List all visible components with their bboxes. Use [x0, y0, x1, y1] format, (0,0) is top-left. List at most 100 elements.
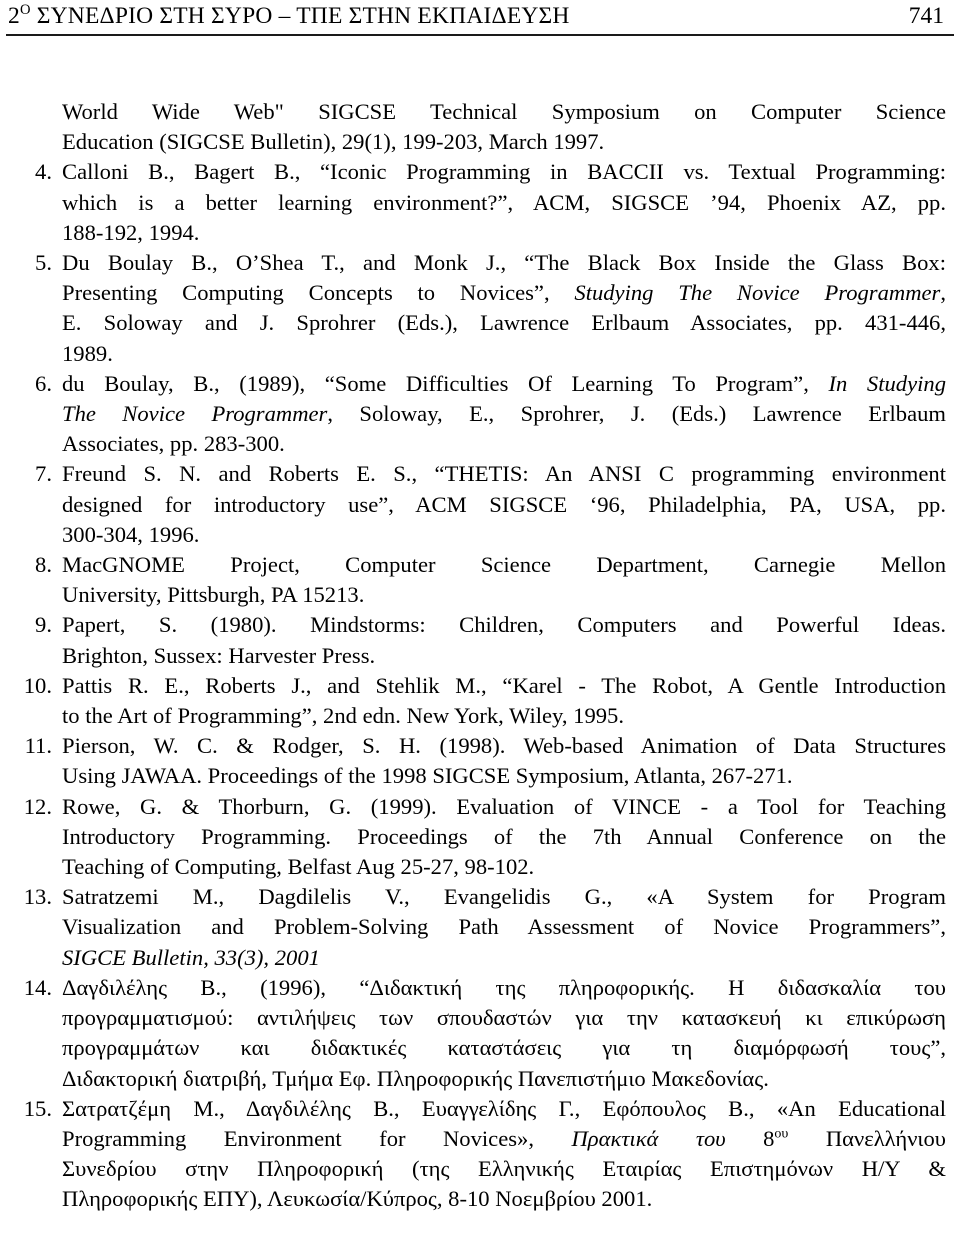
reference-line: Calloni B., Bagert B., “Iconic Programmi…	[62, 157, 946, 187]
page-number: 741	[908, 3, 944, 29]
plain-text: Σατρατζέμη Μ., Δαγδιλέλης Β., Ευαγγελίδη…	[62, 1095, 946, 1121]
reference-text: World Wide Web" SIGCSE Technical Symposi…	[62, 97, 946, 157]
reference-entry: 12. Rowe, G. & Thorburn, G. (1999). Evalu…	[8, 792, 946, 883]
header-divider	[6, 34, 954, 36]
reference-line: Brighton, Sussex: Harvester Press.	[62, 641, 946, 671]
reference-line: to the Art of Programming”, 2nd edn. New…	[62, 701, 946, 731]
plain-text: Brighton, Sussex: Harvester Press.	[62, 642, 376, 668]
reference-text: Freund S. N. and Roberts E. S., “THETIS:…	[62, 459, 946, 550]
plain-text: World Wide Web" SIGCSE Technical Symposi…	[62, 99, 946, 124]
reference-number: 15.	[23, 1095, 52, 1121]
reference-line: E. Soloway and J. Sprohrer (Eds.), Lawre…	[62, 308, 946, 338]
reference-line: Using JAWAA. Proceedings of the 1998 SIG…	[62, 761, 946, 791]
plain-text: Freund S. N. and Roberts E. S., “THETIS:…	[62, 461, 946, 487]
reference-text: Pierson, W. C. & Rodger, S. H. (1998). W…	[62, 731, 946, 791]
reference-line: which is a better learning environment?”…	[62, 188, 946, 218]
plain-text: Du Boulay B., O’Shea T., and Monk J., “T…	[62, 250, 946, 276]
plain-text: Πανελλήνιου	[788, 1125, 946, 1151]
reference-line: 1989.	[62, 339, 946, 369]
italic-text: The Novice Programmer	[62, 401, 328, 427]
plain-text: ,	[940, 280, 946, 306]
reference-number: 11.	[24, 733, 52, 759]
reference-number: 13.	[23, 884, 52, 910]
reference-line: Συνεδρίου στην Πληροφορική (της Ελληνική…	[62, 1154, 946, 1184]
reference-line: Σατρατζέμη Μ., Δαγδιλέλης Β., Ευαγγελίδη…	[62, 1094, 946, 1124]
reference-number: 8.	[35, 552, 52, 578]
plain-text: Introductory Programming. Proceedings of…	[62, 823, 946, 849]
plain-text: Πληροφορικής ΕΠΥ), Λευκωσία/Κύπρος, 8-10…	[62, 1186, 653, 1212]
plain-text: du Boulay, B., (1989), “Some Difficultie…	[62, 370, 829, 396]
reference-text: Du Boulay B., O’Shea T., and Monk J., “T…	[62, 248, 946, 369]
plain-text: Pattis R. E., Roberts J., and Stehlik M.…	[62, 672, 946, 698]
plain-text: Programming Environment for Novices»,	[62, 1125, 572, 1151]
reference-line: SIGCE Bulletin, 33(3), 2001	[62, 943, 946, 973]
page-header: 2Ο ΣΥΝΕΔΡΙΟ ΣΤΗ ΣΥΡΟ – ΤΠΕ ΣΤΗΝ ΕΚΠΑΙΔΕΥ…	[0, 0, 960, 44]
reference-text: Calloni B., Bagert B., “Iconic Programmi…	[62, 157, 946, 248]
plain-text: 1989.	[62, 340, 113, 366]
reference-line: Visualization and Problem-Solving Path A…	[62, 912, 946, 942]
reference-line: Rowe, G. & Thorburn, G. (1999). Evaluati…	[62, 792, 946, 822]
reference-number: 14.	[23, 974, 52, 1000]
superscript-text: ου	[774, 1126, 789, 1142]
reference-line: Διδακτορική διατριβή, Τμήμα Εφ. Πληροφορ…	[62, 1064, 946, 1094]
plain-text: to the Art of Programming”, 2nd edn. New…	[62, 703, 624, 729]
plain-text: 188-192, 1994.	[62, 219, 200, 245]
reference-text: Papert, S. (1980). Mindstorms: Children,…	[62, 610, 946, 670]
reference-entry: 7. Freund S. N. and Roberts E. S., “THETI…	[8, 459, 946, 550]
reference-text: Σατρατζέμη Μ., Δαγδιλέλης Β., Ευαγγελίδη…	[62, 1094, 946, 1215]
reference-entry: 9. Papert, S. (1980). Mindstorms: Childre…	[8, 610, 946, 670]
reference-line: Introductory Programming. Proceedings of…	[62, 822, 946, 852]
reference-line: Education (SIGCSE Bulletin), 29(1), 199-…	[62, 127, 946, 157]
plain-text: Papert, S. (1980). Mindstorms: Children,…	[62, 612, 946, 638]
italic-text: Studying The Novice Programmer	[574, 280, 941, 306]
plain-text: Visualization and Problem-Solving Path A…	[62, 914, 946, 940]
reference-line: Programming Environment for Novices», Πρ…	[62, 1124, 946, 1154]
reference-line: MacGNOME Project, Computer Science Depar…	[62, 550, 946, 580]
plain-text: MacGNOME Project, Computer Science Depar…	[62, 552, 946, 578]
plain-text: E. Soloway and J. Sprohrer (Eds.), Lawre…	[62, 310, 946, 336]
reference-line: designed for introductory use”, ACM SIGS…	[62, 490, 946, 520]
reference-text: MacGNOME Project, Computer Science Depar…	[62, 550, 946, 610]
reference-line: Δαγδιλέλης Β., (1996), “Διδακτική της πλ…	[62, 973, 946, 1003]
reference-line: Pierson, W. C. & Rodger, S. H. (1998). W…	[62, 731, 946, 761]
reference-entry: 14. Δαγδιλέλης Β., (1996), “Διδακτική της…	[8, 973, 946, 1094]
reference-text: Pattis R. E., Roberts J., and Stehlik M.…	[62, 671, 946, 731]
reference-line: 188-192, 1994.	[62, 218, 946, 248]
plain-text: Δαγδιλέλης Β., (1996), “Διδακτική της πλ…	[62, 974, 946, 1000]
plain-text: Presenting Computing Concepts to Novices…	[62, 280, 575, 306]
plain-text: which is a better learning environment?”…	[62, 189, 946, 215]
reference-line: Freund S. N. and Roberts E. S., “THETIS:…	[62, 459, 946, 489]
reference-entry: 10. Pattis R. E., Roberts J., and Stehlik…	[8, 671, 946, 731]
reference-text: Satratzemi M., Dagdilelis V., Evangelidi…	[62, 882, 946, 973]
reference-entry: 4. Calloni B., Bagert B., “Iconic Program…	[8, 157, 946, 248]
reference-line: Presenting Computing Concepts to Novices…	[62, 278, 946, 308]
plain-text: Pierson, W. C. & Rodger, S. H. (1998). W…	[62, 733, 946, 759]
reference-line: Πληροφορικής ΕΠΥ), Λευκωσία/Κύπρος, 8-10…	[62, 1184, 946, 1214]
italic-text: Πρακτικά του	[571, 1125, 726, 1151]
reference-line: προγραμματισμού: αντιλήψεις των σπουδαστ…	[62, 1003, 946, 1033]
header-title-main: 2	[8, 3, 20, 29]
reference-line: Du Boulay B., O’Shea T., and Monk J., “T…	[62, 248, 946, 278]
reference-line: Teaching of Computing, Belfast Aug 25-27…	[62, 852, 946, 882]
reference-number: 10.	[23, 672, 52, 698]
reference-line: Papert, S. (1980). Mindstorms: Children,…	[62, 610, 946, 640]
reference-number: 12.	[23, 793, 52, 819]
italic-text: SIGCE Bulletin, 33(3), 2001	[62, 944, 320, 970]
plain-text: University, Pittsburgh, PA 15213.	[62, 582, 365, 608]
reference-number: 5.	[35, 250, 52, 276]
plain-text: Satratzemi M., Dagdilelis V., Evangelidi…	[62, 884, 946, 910]
plain-text: 8	[725, 1125, 775, 1151]
reference-line: προγραμμάτων και διδακτικές καταστάσεις …	[62, 1033, 946, 1063]
reference-number: 7.	[35, 461, 52, 487]
italic-text: In Studying	[828, 370, 946, 396]
plain-text: Teaching of Computing, Belfast Aug 25-27…	[62, 854, 535, 880]
plain-text: designed for introductory use”, ACM SIGS…	[62, 491, 946, 517]
reference-entry: 5. Du Boulay B., O’Shea T., and Monk J., …	[8, 248, 946, 369]
plain-text: Rowe, G. & Thorburn, G. (1999). Evaluati…	[62, 793, 946, 819]
reference-entry: 15. Σατρατζέμη Μ., Δαγδιλέλης Β., Ευαγγελ…	[8, 1094, 946, 1215]
header-title-rest: ΣΥΝΕΔΡΙΟ ΣΤΗ ΣΥΡΟ – ΤΠΕ ΣΤΗΝ ΕΚΠΑΙΔΕΥΣΗ	[30, 3, 570, 29]
plain-text: προγραμματισμού: αντιλήψεις των σπουδαστ…	[62, 1005, 946, 1031]
document-page: 2Ο ΣΥΝΕΔΡΙΟ ΣΤΗ ΣΥΡΟ – ΤΠΕ ΣΤΗΝ ΕΚΠΑΙΔΕΥ…	[0, 0, 960, 1251]
reference-entry: 11. Pierson, W. C. & Rodger, S. H. (1998)…	[8, 731, 946, 791]
plain-text: προγραμμάτων και διδακτικές καταστάσεις …	[62, 1035, 946, 1061]
